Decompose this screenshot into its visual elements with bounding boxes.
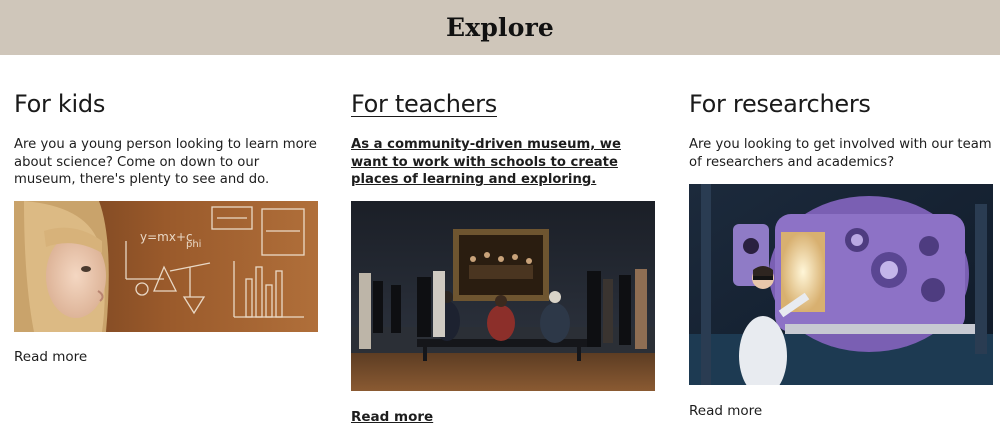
page-banner: Explore (0, 0, 1000, 55)
card-kids-read-more[interactable]: Read more (14, 349, 87, 365)
card-teachers-heading[interactable]: For teachers (351, 88, 655, 120)
card-researchers-read-more[interactable]: Read more (689, 403, 762, 419)
card-teachers-text[interactable]: As a community-driven museum, we want to… (351, 136, 655, 189)
child-chalkboard-image: y=mx+c phi (14, 201, 318, 332)
page-title: Explore (445, 13, 555, 42)
formula-phi: phi (186, 239, 201, 250)
card-kids-heading: For kids (14, 90, 106, 118)
card-kids-text: Are you a young person looking to learn … (14, 137, 317, 187)
formula-text: y=mx+c (140, 230, 193, 244)
card-kids: For kids Are you a young person looking … (14, 88, 318, 189)
museum-gallery-image (351, 201, 655, 391)
card-teachers: For teachers As a community-driven museu… (351, 88, 655, 189)
researcher-lab-image (689, 184, 993, 385)
card-researchers-text: Are you looking to get involved with our… (689, 137, 992, 170)
card-teachers-read-more[interactable]: Read more (351, 409, 433, 425)
card-researchers: For researchers Are you looking to get i… (689, 88, 993, 171)
card-researchers-heading: For researchers (689, 90, 871, 118)
